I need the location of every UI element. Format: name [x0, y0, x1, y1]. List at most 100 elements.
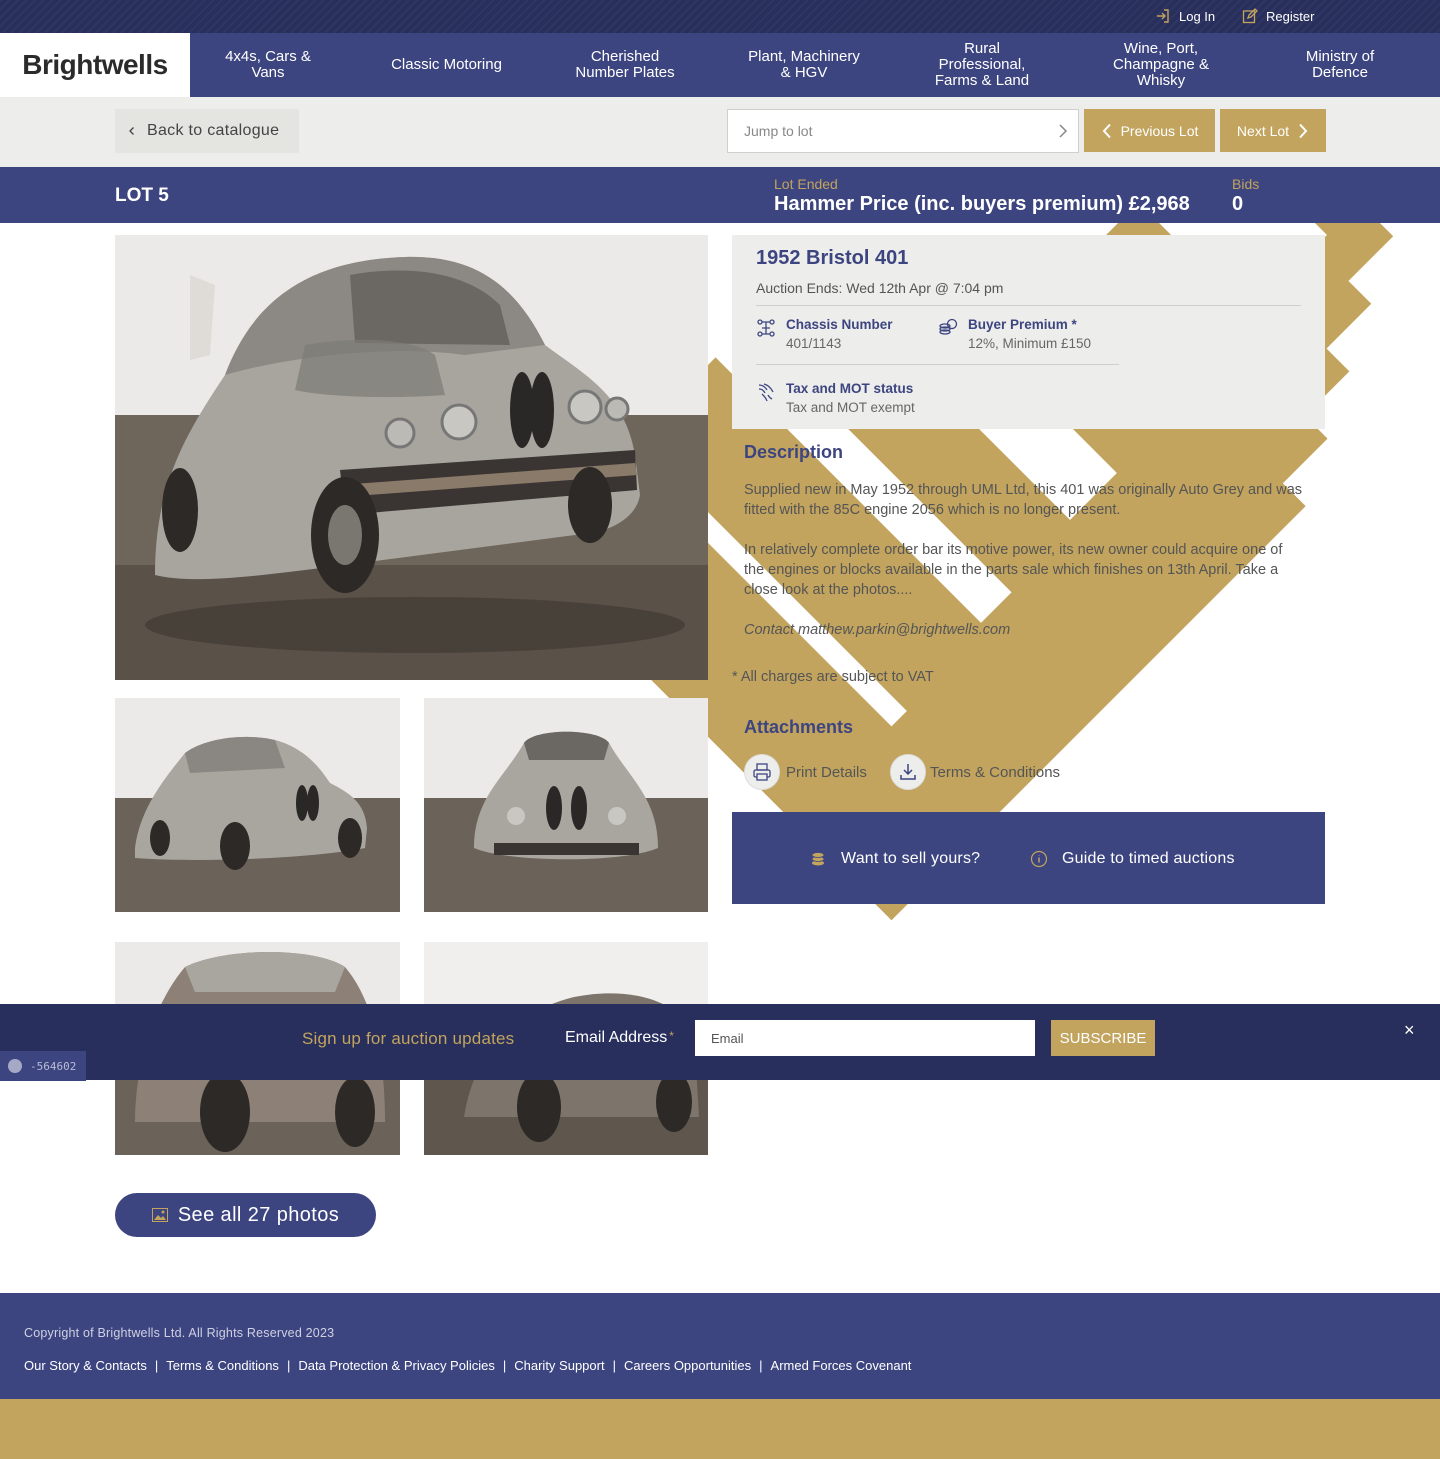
nav-label: Rural Professional, Farms & Land — [934, 40, 1030, 89]
guide-link[interactable]: Guide to timed auctions — [1030, 850, 1235, 868]
description-contact: Contact matthew.parkin@brightwells.com — [744, 622, 1011, 638]
footer-links: Our Story & Contacts | Terms & Condition… — [24, 1358, 911, 1373]
main-lot-photo[interactable] — [115, 235, 708, 680]
email-field[interactable] — [695, 1020, 1035, 1056]
email-label: Email Address * — [565, 1029, 674, 1047]
gallery-thumbnail[interactable] — [424, 698, 708, 912]
description-paragraph: In relatively complete order bar its mot… — [744, 542, 1283, 598]
gallery-thumbnail[interactable] — [115, 698, 400, 912]
description-paragraph: Supplied new in May 1952 through UML Ltd… — [744, 482, 1303, 518]
attachments-heading: Attachments — [744, 717, 854, 737]
next-lot-button[interactable]: Next Lot — [1220, 109, 1326, 152]
top-bar: Log In Register — [0, 0, 1440, 33]
register-icon — [1242, 8, 1258, 24]
brightwells-logo[interactable]: Brightwells — [0, 33, 190, 97]
chevron-right-icon[interactable] — [1056, 124, 1070, 138]
divider — [756, 364, 1119, 365]
footer-separator: | — [502, 1358, 507, 1373]
next-lot-label: Next Lot — [1236, 122, 1290, 139]
footer-separator: | — [286, 1358, 291, 1373]
lot-details-panel: 1952 Bristol 401 Auction Ends: Wed 12th … — [732, 235, 1325, 429]
buyer-premium-spec: Buyer Premium * 12%, Minimum £150 — [938, 317, 1091, 351]
tax-value: Tax and MOT exempt — [786, 400, 915, 415]
chassis-label: Chassis Number — [786, 317, 893, 332]
previous-lot-button[interactable]: Previous Lot — [1084, 109, 1215, 152]
nav-label: Cherished Number Plates — [575, 48, 675, 81]
bids-label: Bids — [1232, 176, 1260, 192]
footer-link-careers[interactable]: Careers Opportunities — [624, 1358, 751, 1373]
newsletter-signup-bar: Sign up for auction updates Email Addres… — [0, 1004, 1440, 1080]
floating-badge[interactable]: -564602 — [0, 1051, 86, 1081]
see-all-photos-button[interactable]: See all 27 photos — [115, 1193, 376, 1237]
auction-end-time: Auction Ends: Wed 12th Apr @ 7:04 pm — [756, 280, 1004, 296]
badge-text: -564602 — [30, 1059, 77, 1073]
back-to-catalogue-button[interactable]: Back to catalogue — [115, 109, 299, 153]
terms-label: Terms & Conditions — [930, 763, 1061, 781]
chevron-left-icon — [1102, 123, 1111, 138]
tax-label: Tax and MOT status — [786, 381, 914, 396]
coins-icon — [811, 852, 825, 866]
info-icon — [1030, 850, 1048, 868]
email-label-text: Email Address — [565, 1029, 668, 1046]
document-icon — [758, 383, 774, 402]
print-details-button[interactable]: Print Details — [744, 754, 867, 790]
print-icon — [744, 754, 780, 790]
premium-value: 12%, Minimum £150 — [968, 336, 1092, 351]
footer-separator: | — [612, 1358, 616, 1373]
promo-panel: Want to sell yours? Guide to timed aucti… — [732, 812, 1325, 904]
nav-item-wine[interactable]: Wine, Port, Champagne & Whisky — [1096, 33, 1226, 97]
footer-separator: | — [759, 1358, 763, 1373]
description-heading: Description — [744, 442, 844, 462]
footer-link-our-story[interactable]: Our Story & Contacts — [24, 1358, 147, 1373]
previous-lot-label: Previous Lot — [1120, 122, 1199, 139]
download-icon — [890, 754, 926, 790]
nav-item-plant[interactable]: Plant, Machinery & HGV — [738, 33, 870, 97]
chassis-icon — [757, 319, 775, 337]
footer: Copyright of Brightwells Ltd. All Rights… — [0, 1293, 1440, 1399]
copyright: Copyright of Brightwells Ltd. All Rights… — [24, 1326, 335, 1340]
nav-label: 4x4s, Cars & Vans — [225, 48, 311, 81]
nav-item-rural[interactable]: Rural Professional, Farms & Land — [917, 33, 1047, 97]
nav-item-mod[interactable]: Ministry of Defence — [1275, 33, 1405, 97]
jump-to-lot-input[interactable] — [728, 110, 1028, 152]
hammer-price: Hammer Price (inc. buyers premium) £2,96… — [774, 193, 1190, 215]
nav-item-cars[interactable]: 4x4s, Cars & Vans — [203, 33, 333, 97]
subscribe-button[interactable]: SUBSCRIBE — [1051, 1020, 1155, 1056]
sell-label: Want to sell yours? — [841, 850, 981, 867]
vat-note: * All charges are subject to VAT — [732, 669, 934, 685]
register-label: Register — [1266, 8, 1315, 24]
main-nav: Brightwells 4x4s, Cars & Vans Classic Mo… — [0, 33, 1440, 921]
nav-label: Wine, Port, Champagne & Whisky — [1113, 40, 1209, 89]
footer-link-armed-forces[interactable]: Armed Forces Covenant — [771, 1358, 912, 1373]
terms-conditions-download[interactable]: Terms & Conditions — [890, 754, 1060, 790]
divider — [756, 305, 1301, 306]
footer-accent-bar — [0, 1399, 1440, 1459]
footer-link-charity[interactable]: Charity Support — [514, 1358, 604, 1373]
register-link[interactable]: Register — [1242, 8, 1314, 24]
close-icon[interactable]: × — [1404, 1020, 1415, 1041]
lot-status: Lot Ended — [774, 176, 838, 192]
nav-item-classic[interactable]: Classic Motoring — [380, 33, 513, 97]
back-label: Back to catalogue — [147, 122, 280, 139]
login-link[interactable]: Log In — [1155, 8, 1215, 24]
nav-label: Classic Motoring — [391, 56, 502, 73]
chevron-right-icon — [1299, 123, 1308, 138]
badge-dot-icon — [8, 1059, 22, 1073]
footer-separator: | — [154, 1358, 159, 1373]
lot-number: LOT 5 — [115, 185, 169, 206]
nav-label: Ministry of Defence — [1305, 48, 1375, 81]
nav-item-plates[interactable]: Cherished Number Plates — [560, 33, 690, 97]
logo-text: Brightwells — [22, 49, 168, 80]
sell-yours-link[interactable]: Want to sell yours? — [809, 850, 980, 868]
lot-navigation-bar: Back to catalogue Previous Lot Next Lot — [0, 97, 1440, 167]
footer-link-terms[interactable]: Terms & Conditions — [166, 1358, 279, 1373]
lot-title: 1952 Bristol 401 — [756, 247, 909, 269]
login-icon — [1157, 9, 1169, 23]
chevron-left-icon — [129, 127, 134, 135]
bids-count: 0 — [1232, 193, 1244, 215]
chassis-value: 401/1143 — [786, 336, 842, 351]
see-all-label: See all 27 photos — [177, 1203, 340, 1226]
login-label: Log In — [1179, 8, 1216, 24]
footer-link-privacy[interactable]: Data Protection & Privacy Policies — [298, 1358, 495, 1373]
signup-heading: Sign up for auction updates — [302, 1029, 515, 1048]
